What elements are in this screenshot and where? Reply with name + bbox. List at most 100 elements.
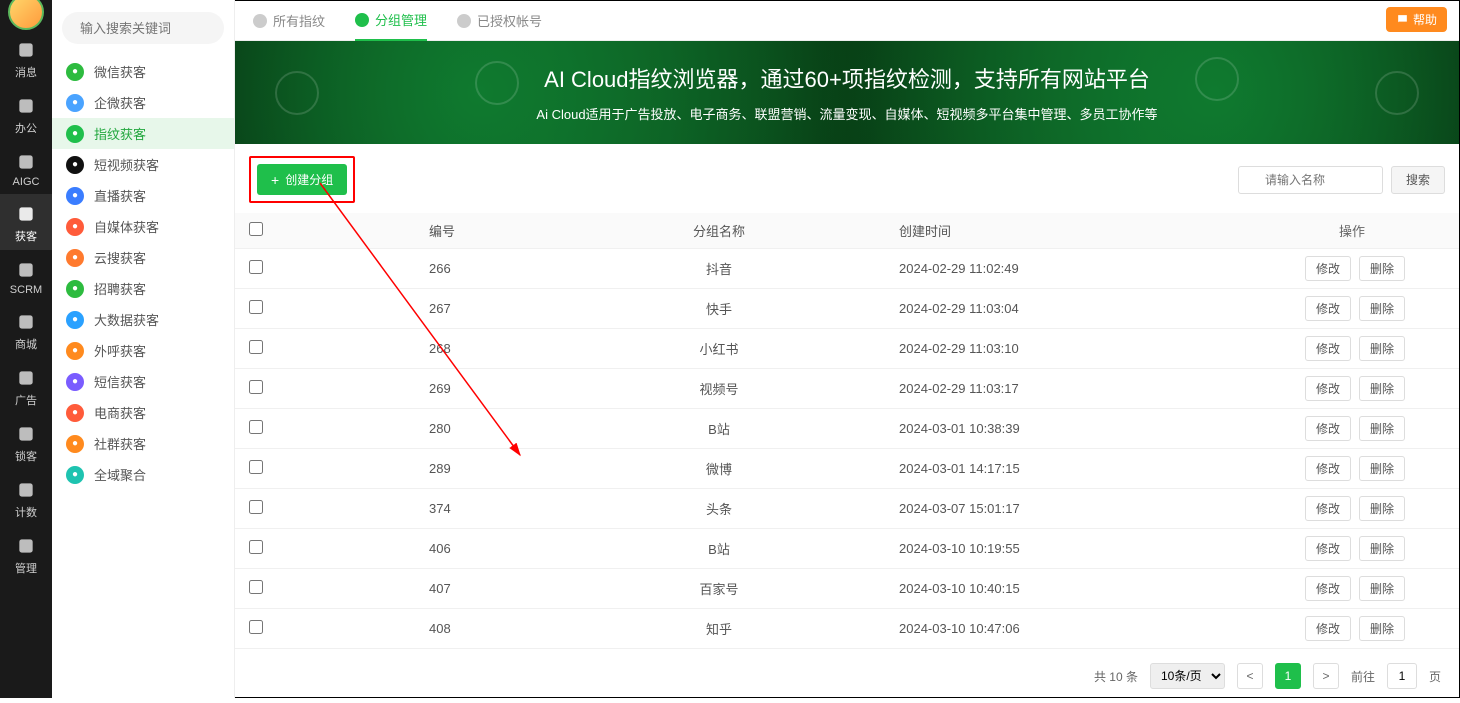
sidebar-item-5[interactable]: ●自媒体获客: [52, 211, 234, 242]
sidebar-item-12[interactable]: ●社群获客: [52, 428, 234, 459]
delete-button[interactable]: 删除: [1359, 456, 1405, 481]
edit-button[interactable]: 修改: [1305, 456, 1351, 481]
cell-id: 266: [289, 261, 589, 276]
sidebar-search[interactable]: [62, 12, 224, 44]
sidebar-item-8[interactable]: ●大数据获客: [52, 304, 234, 335]
rail-item-1[interactable]: 办公: [0, 86, 52, 142]
create-group-button[interactable]: 创建分组: [257, 164, 347, 195]
cell-name: 抖音: [589, 259, 849, 278]
rail-item-7[interactable]: 锁客: [0, 414, 52, 470]
edit-button[interactable]: 修改: [1305, 376, 1351, 401]
fingerprint-icon: [1195, 57, 1239, 101]
tab-0[interactable]: 所有指纹: [253, 1, 325, 41]
sidebar-item-icon: ●: [66, 404, 84, 422]
sidebar-item-11[interactable]: ●电商获客: [52, 397, 234, 428]
edit-button[interactable]: 修改: [1305, 296, 1351, 321]
row-checkbox[interactable]: [249, 460, 263, 474]
row-checkbox[interactable]: [249, 260, 263, 274]
cell-name: 头条: [589, 499, 849, 518]
cell-time: 2024-02-29 11:03:04: [849, 301, 1159, 316]
prev-page-button[interactable]: <: [1237, 663, 1263, 689]
sidebar-item-6[interactable]: ●云搜获客: [52, 242, 234, 273]
rail-item-9[interactable]: 管理: [0, 526, 52, 582]
sidebar-item-icon: ●: [66, 373, 84, 391]
row-checkbox[interactable]: [249, 380, 263, 394]
edit-button[interactable]: 修改: [1305, 616, 1351, 641]
cell-time: 2024-03-07 15:01:17: [849, 501, 1159, 516]
cell-time: 2024-02-29 11:03:17: [849, 381, 1159, 396]
cell-name: 微博: [589, 459, 849, 478]
sidebar-item-icon: ●: [66, 342, 84, 360]
avatar[interactable]: [8, 0, 44, 30]
rail-item-4[interactable]: SCRM: [0, 250, 52, 302]
search-button[interactable]: 搜索: [1391, 166, 1445, 194]
sidebar-item-4[interactable]: ●直播获客: [52, 180, 234, 211]
delete-button[interactable]: 删除: [1359, 496, 1405, 521]
rail-item-3[interactable]: 获客: [0, 194, 52, 250]
edit-button[interactable]: 修改: [1305, 256, 1351, 281]
row-checkbox[interactable]: [249, 340, 263, 354]
table-row: 268小红书2024-02-29 11:03:10修改删除: [235, 329, 1459, 369]
row-checkbox[interactable]: [249, 420, 263, 434]
sidebar-item-icon: ●: [66, 435, 84, 453]
sidebar-item-icon: ●: [66, 94, 84, 112]
cell-name: 小红书: [589, 339, 849, 358]
sidebar-item-13[interactable]: ●全域聚合: [52, 459, 234, 490]
table-row: 408知乎2024-03-10 10:47:06修改删除: [235, 609, 1459, 649]
table-row: 289微博2024-03-01 14:17:15修改删除: [235, 449, 1459, 489]
delete-button[interactable]: 删除: [1359, 256, 1405, 281]
edit-button[interactable]: 修改: [1305, 336, 1351, 361]
create-group-label: 创建分组: [285, 171, 333, 188]
page-1-button[interactable]: 1: [1275, 663, 1301, 689]
edit-button[interactable]: 修改: [1305, 536, 1351, 561]
tab-1[interactable]: 分组管理: [355, 1, 427, 41]
edit-button[interactable]: 修改: [1305, 416, 1351, 441]
tabs: 所有指纹分组管理已授权帐号 帮助: [235, 1, 1459, 41]
sidebar-item-0[interactable]: ●微信获客: [52, 56, 234, 87]
help-button[interactable]: 帮助: [1386, 7, 1447, 32]
edit-button[interactable]: 修改: [1305, 576, 1351, 601]
row-checkbox[interactable]: [249, 540, 263, 554]
sidebar-item-10[interactable]: ●短信获客: [52, 366, 234, 397]
page-size-select[interactable]: 10条/页: [1150, 663, 1225, 689]
sidebar-item-2[interactable]: ●指纹获客: [52, 118, 234, 149]
delete-button[interactable]: 删除: [1359, 616, 1405, 641]
rail-item-0[interactable]: 消息: [0, 30, 52, 86]
sidebar-item-9[interactable]: ●外呼获客: [52, 335, 234, 366]
group-table: 编号 分组名称 创建时间 操作 266抖音2024-02-29 11:02:49…: [235, 213, 1459, 649]
select-all-checkbox[interactable]: [249, 222, 263, 236]
page-suffix: 页: [1429, 668, 1441, 685]
next-page-button[interactable]: >: [1313, 663, 1339, 689]
rail-item-6[interactable]: 广告: [0, 358, 52, 414]
delete-button[interactable]: 删除: [1359, 336, 1405, 361]
delete-button[interactable]: 删除: [1359, 416, 1405, 441]
delete-button[interactable]: 删除: [1359, 576, 1405, 601]
row-checkbox[interactable]: [249, 620, 263, 634]
edit-button[interactable]: 修改: [1305, 496, 1351, 521]
row-checkbox[interactable]: [249, 300, 263, 314]
name-search-input[interactable]: [1238, 166, 1383, 194]
col-time-header: 创建时间: [849, 221, 1159, 240]
rail-item-2[interactable]: AIGC: [0, 142, 52, 194]
cell-name: 视频号: [589, 379, 849, 398]
sidebar-item-7[interactable]: ●招聘获客: [52, 273, 234, 304]
sidebar-item-icon: ●: [66, 187, 84, 205]
sidebar-item-3[interactable]: ●短视频获客: [52, 149, 234, 180]
delete-button[interactable]: 删除: [1359, 296, 1405, 321]
table-row: 374头条2024-03-07 15:01:17修改删除: [235, 489, 1459, 529]
delete-button[interactable]: 删除: [1359, 376, 1405, 401]
tab-2[interactable]: 已授权帐号: [457, 1, 542, 41]
pagination: 共 10 条 10条/页 < 1 > 前往 页: [235, 649, 1459, 703]
sidebar-item-1[interactable]: ●企微获客: [52, 87, 234, 118]
goto-page-input[interactable]: [1387, 663, 1417, 689]
left-rail: 消息办公AIGC获客SCRM商城广告锁客计数管理: [0, 0, 52, 698]
rail-item-8[interactable]: 计数: [0, 470, 52, 526]
rail-item-5[interactable]: 商城: [0, 302, 52, 358]
cell-time: 2024-03-01 14:17:15: [849, 461, 1159, 476]
row-checkbox[interactable]: [249, 580, 263, 594]
tab-icon: [457, 14, 471, 28]
cell-id: 407: [289, 581, 589, 596]
sidebar-search-input[interactable]: [80, 21, 256, 36]
row-checkbox[interactable]: [249, 500, 263, 514]
delete-button[interactable]: 删除: [1359, 536, 1405, 561]
